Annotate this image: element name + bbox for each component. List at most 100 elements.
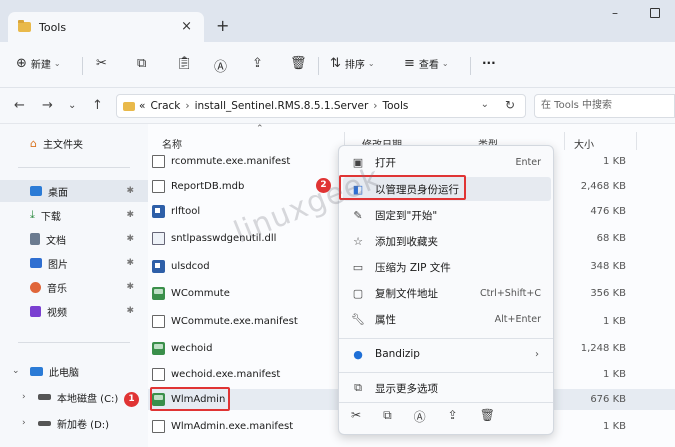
- menu-item-bandizip[interactable]: ● Bandizip ›: [343, 342, 551, 366]
- file-icon: [152, 315, 165, 328]
- forward-arrow-icon[interactable]: →: [42, 98, 53, 113]
- recent-chevron-icon[interactable]: ⌄: [68, 100, 76, 111]
- view-button[interactable]: ≡ 查看 ⌄: [404, 56, 449, 71]
- exe-icon: [152, 260, 165, 273]
- sort-label: 排序: [344, 60, 365, 71]
- copy-icon[interactable]: ⧉: [383, 408, 392, 425]
- address-dropdown-icon[interactable]: ⌄: [481, 99, 489, 110]
- paste-button[interactable]: 📋︎: [176, 56, 197, 71]
- cut-button[interactable]: ✂: [96, 56, 111, 71]
- rename-icon[interactable]: Ⓐ: [414, 408, 426, 425]
- search-input[interactable]: 在 Tools 中搜索: [534, 94, 675, 118]
- computer-icon: [30, 366, 43, 376]
- dll-icon: [152, 232, 165, 245]
- menu-item-more-options[interactable]: ⧉ 显示更多选项: [343, 376, 551, 400]
- picture-icon: [30, 258, 42, 268]
- app-icon: [152, 342, 165, 355]
- rename-icon: Ⓐ: [214, 60, 228, 75]
- view-lines-icon: ≡: [404, 56, 415, 71]
- sidebar-item-label: 桌面: [48, 187, 68, 199]
- wrench-icon: 🔧︎: [351, 312, 365, 326]
- chevron-down-icon: ⌄: [53, 59, 61, 68]
- title-bar: Tools × + –: [0, 0, 675, 42]
- menu-item-add-favorite[interactable]: ☆ 添加到收藏夹: [343, 229, 551, 253]
- file-size: 676 KB: [590, 394, 626, 405]
- tab-title: Tools: [39, 20, 67, 34]
- maximize-button[interactable]: [650, 8, 660, 18]
- app-icon: [152, 287, 165, 300]
- paste-icon: 📋︎: [176, 56, 193, 71]
- column-header-name[interactable]: 名称: [162, 136, 182, 151]
- cut-icon[interactable]: ✂: [351, 408, 361, 425]
- sidebar-item-videos[interactable]: 视频 ✱: [0, 300, 148, 322]
- tab-close-icon[interactable]: ×: [181, 19, 192, 34]
- back-arrow-icon[interactable]: ←: [14, 98, 25, 113]
- copy-button[interactable]: ⧉: [137, 56, 150, 71]
- file-size: 1 KB: [603, 369, 626, 380]
- sidebar-item-drive-d[interactable]: › 新加卷 (D:): [0, 412, 148, 434]
- sidebar-item-label: 下载: [40, 211, 61, 223]
- drive-icon: [38, 394, 51, 400]
- menu-item-copy-path[interactable]: ▢ 复制文件地址 Ctrl+Shift+C: [343, 281, 551, 305]
- file-size: 1 KB: [603, 316, 626, 327]
- address-bar[interactable]: « Crack › install_Sentinel.RMS.8.5.1.Ser…: [116, 94, 526, 118]
- document-icon: [30, 233, 40, 245]
- menu-item-properties[interactable]: 🔧︎ 属性 Alt+Enter: [343, 307, 551, 331]
- breadcrumb-sep-icon: ›: [373, 100, 378, 112]
- sidebar-item-downloads[interactable]: ⤓ 下载 ✱: [0, 204, 148, 226]
- sidebar-item-home[interactable]: ⌂ 主文件夹: [0, 132, 148, 154]
- sidebar-item-this-pc[interactable]: ⌄ 此电脑: [0, 360, 148, 382]
- sidebar-item-documents[interactable]: 文档 ✱: [0, 228, 148, 250]
- sidebar-item-desktop[interactable]: 桌面 ✱: [0, 180, 148, 202]
- sidebar-item-label: 新加卷 (D:): [57, 419, 110, 431]
- file-name: WCommute.exe.manifest: [171, 316, 298, 327]
- more-button[interactable]: ···: [482, 56, 496, 70]
- file-size: 2,468 KB: [580, 181, 626, 192]
- share-button[interactable]: ⇪: [252, 56, 267, 71]
- breadcrumb-tools[interactable]: Tools: [383, 100, 409, 112]
- share-icon[interactable]: ⇪: [448, 408, 458, 425]
- expand-chevron-icon[interactable]: ⌄: [12, 366, 20, 376]
- file-size: 348 KB: [590, 261, 626, 272]
- new-button[interactable]: ⊕ 新建 ⌄: [16, 56, 61, 71]
- tab-tools[interactable]: Tools ×: [8, 12, 204, 42]
- rename-button[interactable]: Ⓐ: [214, 56, 231, 75]
- folder-icon: [18, 20, 31, 32]
- menu-item-label: 显示更多选项: [375, 382, 438, 395]
- pin-icon: ✎: [353, 208, 363, 222]
- refresh-icon[interactable]: ↻: [505, 98, 515, 112]
- menu-item-pin-start[interactable]: ✎ 固定到"开始": [343, 203, 551, 227]
- trash-icon: 🗑︎: [290, 56, 307, 71]
- trash-icon[interactable]: 🗑︎: [480, 408, 495, 425]
- file-name: rcommute.exe.manifest: [171, 156, 291, 167]
- pin-icon: ✱: [126, 186, 134, 196]
- home-icon: ⌂: [30, 136, 37, 150]
- file-name: wechoid.exe.manifest: [171, 369, 281, 380]
- file-name: WCommute: [171, 288, 230, 299]
- video-icon: [30, 305, 41, 317]
- file-icon: [152, 368, 165, 381]
- pin-icon: ✱: [126, 234, 134, 244]
- sidebar-item-label: 图片: [48, 259, 68, 271]
- music-icon: [30, 281, 41, 293]
- column-header-size[interactable]: 大小: [574, 136, 594, 151]
- up-arrow-icon[interactable]: ↑: [92, 98, 103, 113]
- menu-item-label: 属性: [375, 313, 396, 326]
- file-name: rlftool: [171, 206, 201, 217]
- menu-quick-actions: ✂ ⧉ Ⓐ ⇪ 🗑︎: [351, 408, 495, 425]
- collapse-chevron-icon[interactable]: ›: [22, 392, 26, 402]
- delete-button[interactable]: 🗑︎: [290, 56, 311, 71]
- copy-icon: ⧉: [137, 56, 147, 71]
- new-tab-button[interactable]: +: [216, 16, 229, 35]
- drive-icon: [38, 420, 51, 426]
- sidebar-item-pictures[interactable]: 图片 ✱: [0, 252, 148, 274]
- highlight-box-wlmadmin: [150, 387, 230, 411]
- breadcrumb-install[interactable]: install_Sentinel.RMS.8.5.1.Server: [195, 100, 369, 112]
- pin-icon: ✱: [126, 210, 134, 220]
- minimize-button[interactable]: –: [612, 6, 618, 20]
- breadcrumb-crack[interactable]: Crack: [150, 100, 180, 112]
- collapse-chevron-icon[interactable]: ›: [22, 418, 26, 428]
- sort-button[interactable]: ⇅ 排序 ⌄: [330, 56, 375, 71]
- menu-item-zip[interactable]: ▭ 压缩为 ZIP 文件: [343, 255, 551, 279]
- sidebar-item-music[interactable]: 音乐 ✱: [0, 276, 148, 298]
